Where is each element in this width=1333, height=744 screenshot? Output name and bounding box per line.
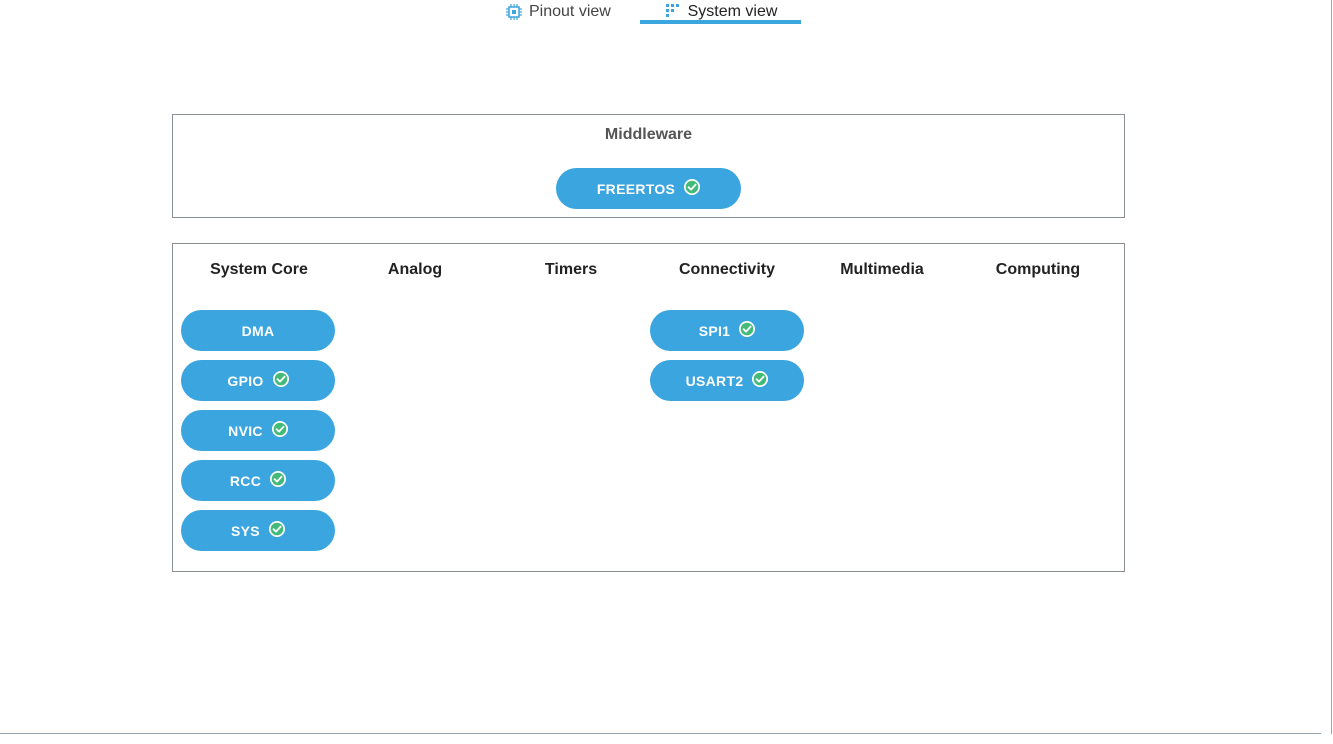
- check-circle-icon: [752, 371, 769, 387]
- component-label: FREERTOS: [596, 180, 676, 197]
- component-label: USART2: [685, 372, 744, 389]
- component-button-spi1[interactable]: SPI1: [650, 310, 804, 351]
- column-header-multimedia: Multimedia: [840, 261, 924, 278]
- column-header-system-core: System Core: [210, 261, 308, 278]
- component-label: SYS: [231, 522, 260, 539]
- chip-icon: [505, 3, 523, 21]
- check-circle-icon: [271, 421, 288, 437]
- component-label: SPI1: [698, 322, 731, 339]
- component-label: NVIC: [228, 422, 263, 439]
- component-button-sys[interactable]: SYS: [181, 510, 335, 551]
- column-header-analog: Analog: [387, 261, 443, 278]
- component-button-freertos[interactable]: FREERTOS: [556, 168, 741, 209]
- component-button-usart2[interactable]: USART2: [650, 360, 804, 401]
- system-view-page: Pinout view System view Middleware FREER…: [0, 0, 1333, 744]
- column-header-connectivity: Connectivity: [678, 261, 775, 278]
- view-tabs: Pinout view System view: [0, 0, 1333, 26]
- component-label: GPIO: [227, 372, 264, 389]
- check-circle-icon: [268, 521, 285, 537]
- component-button-nvic[interactable]: NVIC: [181, 410, 335, 451]
- component-button-rcc[interactable]: RCC: [181, 460, 335, 501]
- check-circle-icon: [272, 371, 289, 387]
- middleware-title: Middleware: [604, 126, 693, 143]
- check-circle-icon: [739, 321, 756, 337]
- column-header-computing: Computing: [995, 261, 1081, 278]
- window-bottom-border: [0, 733, 1321, 734]
- tab-pinout-view[interactable]: Pinout view: [505, 0, 611, 24]
- categories-panel: System Core Analog Timers Connectivity M…: [172, 243, 1125, 572]
- component-button-gpio[interactable]: GPIO: [181, 360, 335, 401]
- component-label: RCC: [229, 472, 262, 489]
- check-circle-icon: [270, 471, 287, 487]
- tab-pinout-label: Pinout view: [529, 3, 611, 20]
- grid-list-icon: [664, 3, 682, 21]
- component-label: DMA: [241, 322, 275, 339]
- middleware-panel: Middleware FREERTOS: [172, 114, 1125, 218]
- check-circle-icon: [684, 179, 701, 195]
- tab-system-view[interactable]: System view: [640, 0, 801, 24]
- tab-system-label: System view: [687, 3, 778, 20]
- component-button-dma[interactable]: DMA: [181, 310, 335, 351]
- column-header-timers: Timers: [544, 261, 598, 278]
- window-right-border: [1331, 0, 1332, 734]
- active-tab-indicator: [640, 20, 801, 24]
